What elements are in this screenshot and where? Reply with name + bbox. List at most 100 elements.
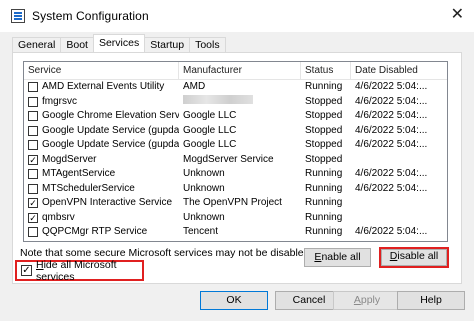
title-bar: System Configuration ✕ xyxy=(0,0,474,32)
service-name-cell: Realtek Audio Universal Service xyxy=(24,240,179,242)
table-row[interactable]: Google Update Service (gupdate) Google LL… xyxy=(24,124,447,139)
service-name-cell: ✓ qmbsrv xyxy=(24,211,179,225)
service-name-cell: ✓ OpenVPN Interactive Service xyxy=(24,196,179,210)
check-icon[interactable]: ✓ xyxy=(28,154,38,165)
table-row[interactable]: MTAgentService Unknown Running 4/6/2022 5:0… xyxy=(24,167,447,182)
check-icon[interactable]: ✓ xyxy=(28,198,38,209)
tab-strip: General Boot Services Startup Tools xyxy=(12,34,226,52)
manufacturer-cell: Google LLC xyxy=(183,124,237,136)
disable-all-button[interactable]: Disable all xyxy=(379,247,449,268)
status-cell: Stopped xyxy=(305,110,343,122)
manufacturer-cell: Tencent xyxy=(183,226,219,238)
service-name: AMD External Events Utility xyxy=(42,81,165,93)
status-cell: Stopped xyxy=(305,124,343,136)
check-icon[interactable]: ✓ xyxy=(21,265,32,276)
hide-ms-services-checkbox[interactable]: ✓ Hide all Microsoft services xyxy=(15,258,144,283)
service-checkbox[interactable] xyxy=(28,125,38,136)
service-name: Google Update Service (gupdate) xyxy=(42,124,179,136)
list-header: Service Manufacturer Status Date Disable… xyxy=(24,62,447,80)
service-name-cell: AMD External Events Utility xyxy=(24,80,179,94)
date-disabled-cell: 4/6/2022 5:04:... xyxy=(355,124,428,136)
table-row[interactable]: ✓ OpenVPN Interactive Service The OpenVPN … xyxy=(24,196,447,211)
manufacturer-cell: Realtek Semiconductor xyxy=(179,240,301,242)
tab-services[interactable]: Services xyxy=(92,34,146,52)
date-disabled-cell: 4/6/2022 5:04:... xyxy=(355,182,428,194)
column-header-service[interactable]: Service xyxy=(24,62,179,79)
service-checkbox[interactable] xyxy=(28,96,38,107)
status-cell: Running xyxy=(301,240,351,242)
system-config-icon xyxy=(11,9,25,23)
table-row[interactable]: ✓ MogdServer MogdServer Service Stopped xyxy=(24,153,447,168)
service-name-cell: MTSchedulerService xyxy=(24,182,179,196)
check-icon[interactable]: ✓ xyxy=(28,212,38,223)
manufacturer-cell: MogdServer Service xyxy=(183,153,274,165)
tab-startup[interactable]: Startup xyxy=(144,37,191,52)
table-row[interactable]: Realtek Audio Universal ServiceRealtek S… xyxy=(24,240,447,242)
service-name-cell: Google Chrome Elevation Servic... xyxy=(24,109,179,123)
manufacturer-cell: Google LLC xyxy=(183,139,237,151)
date-disabled-cell: 4/6/2022 5:04:... xyxy=(351,240,439,242)
close-icon[interactable]: ✕ xyxy=(451,6,464,24)
table-row[interactable]: ✓ qmbsrv Unknown Running xyxy=(24,211,447,226)
service-name: MTAgentService xyxy=(42,168,116,180)
service-name-cell: fmgrsvc xyxy=(24,95,179,109)
service-checkbox[interactable] xyxy=(28,82,38,93)
date-disabled-cell: 4/6/2022 5:04:... xyxy=(355,139,428,151)
window-title: System Configuration xyxy=(32,9,149,23)
date-disabled-cell: 4/6/2022 5:04:... xyxy=(355,95,428,107)
service-name: qmbsrv xyxy=(42,211,75,223)
status-cell: Running xyxy=(305,168,343,180)
table-row[interactable]: fmgrsvc Stopped 4/6/2022 5:04:... xyxy=(24,94,447,110)
enable-all-label: Enable all xyxy=(314,251,361,263)
tab-boot[interactable]: Boot xyxy=(60,37,94,52)
manufacturer-cell: Unknown xyxy=(183,182,225,194)
redacted-manufacturer xyxy=(183,94,253,104)
service-name: MogdServer xyxy=(42,153,97,165)
service-checkbox[interactable] xyxy=(28,169,38,180)
service-name: Realtek Audio Universal Service xyxy=(42,240,179,242)
ok-button[interactable]: OK xyxy=(200,291,268,310)
service-name-cell: ✓ MogdServer xyxy=(24,153,179,167)
service-name: OpenVPN Interactive Service xyxy=(42,197,173,209)
column-header-status[interactable]: Status xyxy=(301,62,351,79)
date-disabled-cell: 4/6/2022 5:04:... xyxy=(355,168,428,180)
services-list[interactable]: Service Manufacturer Status Date Disable… xyxy=(23,61,448,242)
date-disabled-cell: 4/6/2022 5:04:... xyxy=(355,226,428,238)
service-name-cell: Google Update Service (gupdate) xyxy=(24,124,179,138)
manufacturer-cell xyxy=(179,94,301,109)
table-row[interactable]: Google Update Service (gupdatem) Google L… xyxy=(24,138,447,153)
status-cell: Stopped xyxy=(305,139,343,151)
table-row[interactable]: MTSchedulerService Unknown Running 4/6/2022… xyxy=(24,182,447,197)
service-name: MTSchedulerService xyxy=(42,182,135,194)
service-name-cell: QQPCMgr RTP Service xyxy=(24,225,179,239)
table-row[interactable]: QQPCMgr RTP Service Tencent Running 4/6/202… xyxy=(24,225,447,240)
service-name-cell: Google Update Service (gupdatem) xyxy=(24,138,179,152)
note-text: Note that some secure Microsoft services… xyxy=(20,247,313,259)
table-row[interactable]: Google Chrome Elevation Servic... Google … xyxy=(24,109,447,124)
service-name: Google Chrome Elevation Servic... xyxy=(42,110,179,122)
list-rows: AMD External Events Utility AMD Running 4/6… xyxy=(24,80,447,242)
hide-ms-services-label: Hide all Microsoft services xyxy=(36,258,117,283)
date-disabled-cell: 4/6/2022 5:04:... xyxy=(355,110,428,122)
manufacturer-cell: AMD xyxy=(183,81,206,93)
help-button[interactable]: Help xyxy=(397,291,465,310)
enable-all-button[interactable]: Enable all xyxy=(304,248,371,267)
tab-tools[interactable]: Tools xyxy=(189,37,226,52)
apply-button: Apply xyxy=(333,291,401,310)
manufacturer-cell: Unknown xyxy=(183,211,225,223)
service-checkbox[interactable] xyxy=(28,111,38,122)
tab-general[interactable]: General xyxy=(12,37,62,52)
service-checkbox[interactable] xyxy=(28,227,38,238)
disable-all-label: Disable all xyxy=(389,250,439,262)
column-header-date-disabled[interactable]: Date Disabled xyxy=(351,62,439,79)
manufacturer-cell: The OpenVPN Project xyxy=(183,197,282,209)
status-cell: Running xyxy=(305,226,343,238)
service-name: fmgrsvc xyxy=(42,95,77,107)
service-name: QQPCMgr RTP Service xyxy=(42,226,148,238)
table-row[interactable]: AMD External Events Utility AMD Running 4/6… xyxy=(24,80,447,95)
column-header-manufacturer[interactable]: Manufacturer xyxy=(179,62,301,79)
service-checkbox[interactable] xyxy=(28,183,38,194)
manufacturer-cell: Google LLC xyxy=(183,110,237,122)
service-checkbox[interactable] xyxy=(28,140,38,151)
status-cell: Stopped xyxy=(305,95,343,107)
